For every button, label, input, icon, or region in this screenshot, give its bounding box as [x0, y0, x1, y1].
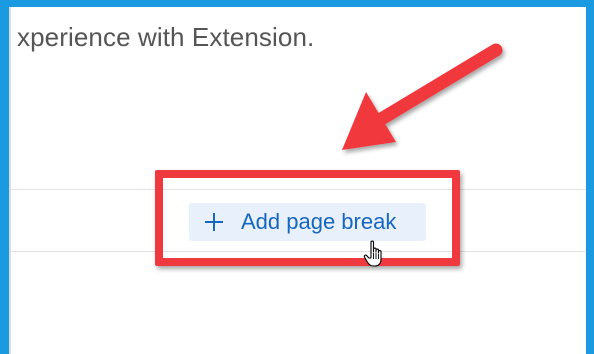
hand-pointer-icon	[363, 240, 382, 267]
highlight-box	[155, 170, 460, 266]
frame-border-right	[586, 0, 594, 354]
question-text: xperience with Extension.	[17, 22, 315, 52]
screenshot-stage: xperience with Extension. Add page break	[0, 0, 594, 354]
frame-border-left	[0, 0, 9, 354]
panel-edge	[9, 7, 11, 354]
frame-border-top	[0, 0, 594, 7]
